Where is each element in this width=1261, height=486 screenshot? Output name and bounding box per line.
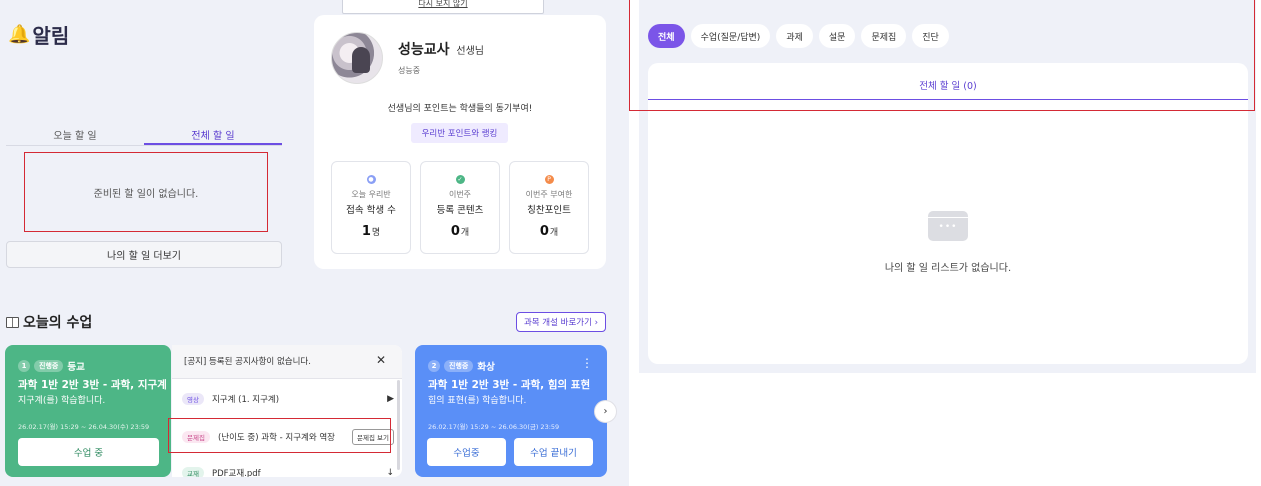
class-description: 힘의 표현(를) 학습합니다. — [428, 396, 527, 406]
stat-connected-students: ● 오늘 우리반 접속 학생 수 1명 — [331, 161, 411, 254]
scrollbar[interactable] — [397, 380, 400, 470]
class-notice-panel: [공지] 등록된 공지사항이 없습니다. ✕ 영상 지구계 (1. 지구계) ▶… — [172, 345, 402, 477]
material-tag: 영상 — [182, 393, 204, 405]
class-card-2[interactable]: 2 진행중 화상 ⋮ 과학 1반 2반 3반 - 과학, 힘의 표현 힘의 표현… — [415, 345, 607, 477]
class-course: 과학 1반 2반 3반 - 과학, 지구계 — [18, 379, 167, 391]
stat-sub: 이번주 — [448, 190, 472, 199]
class-number-badge: 1 — [18, 360, 30, 372]
tab-today-tasks[interactable]: 오늘 할 일 — [6, 124, 144, 145]
end-class-button[interactable]: 수업 끝내기 — [514, 438, 593, 466]
stat-label: 등록 콘텐츠 — [436, 205, 484, 216]
stat-label: 접속 학생 수 — [346, 205, 396, 216]
teacher-title: 선생님 — [456, 46, 485, 57]
stat-value: 0개 — [450, 224, 470, 239]
class-card-header: 2 진행중 화상 — [428, 359, 495, 373]
chevron-right-icon[interactable]: › — [594, 400, 617, 423]
class-date: 26.02.17(월) 15:29 ~ 26.06.30(금) 23:59 — [428, 423, 560, 431]
teacher-profile-card: 성능교사 선생님 성능중 선생님의 포인트는 학생들의 동기부여! 우리반 포인… — [314, 15, 606, 269]
stat-value: 0개 — [539, 224, 559, 239]
task-empty-message: 준비된 할 일이 없습니다. — [24, 152, 268, 232]
close-icon[interactable]: ✕ — [376, 353, 386, 367]
points-message: 선생님의 포인트는 학생들의 동기부여! — [387, 104, 533, 114]
download-icon[interactable]: ↓ — [386, 468, 394, 477]
class-card-header: 1 진행중 등교 — [18, 359, 85, 373]
in-class-button[interactable]: 수업 중 — [18, 438, 159, 466]
stat-registered-content: ✓ 이번주 등록 콘텐츠 0개 — [420, 161, 500, 254]
class-mode: 등교 — [67, 362, 85, 373]
class-mode: 화상 — [477, 362, 495, 373]
material-title: PDF교재.pdf — [211, 469, 261, 477]
stat-value: 1명 — [361, 224, 381, 239]
material-title: 지구계 (1. 지구계) — [211, 395, 280, 405]
list-item[interactable]: 교재 PDF교재.pdf ↓ — [182, 463, 394, 477]
book-icon — [6, 316, 19, 328]
stat-sub: 오늘 우리반 — [351, 190, 391, 199]
play-icon[interactable]: ▶︎ — [387, 394, 394, 404]
alerts-heading: 🔔 알림 — [8, 20, 69, 49]
more-tasks-button[interactable]: 나의 할 일 더보기 — [6, 241, 282, 268]
class-course: 과학 1반 2반 3반 - 과학, 힘의 표현 — [428, 379, 591, 391]
points-icon: P — [544, 175, 554, 184]
class-number-badge: 2 — [428, 360, 440, 372]
highlight-box — [629, 0, 1255, 111]
class-state-badge: 진행중 — [444, 360, 474, 372]
empty-list-message: 나의 할 일 리스트가 없습니다. — [884, 263, 1012, 274]
student-icon: ● — [366, 175, 376, 184]
stat-label: 칭찬포인트 — [527, 205, 571, 216]
highlight-box — [168, 418, 391, 453]
empty-list-icon: ••• — [928, 211, 968, 241]
class-state-badge: 진행중 — [34, 360, 64, 372]
class-description: 지구계(를) 학습합니다. — [18, 396, 106, 406]
tab-all-tasks[interactable]: 전체 할 일 — [144, 124, 282, 145]
today-class-title: 오늘의 수업 — [23, 315, 93, 331]
stat-praise-points: P 이번주 부여한 칭찬포인트 0개 — [509, 161, 589, 254]
course-create-link[interactable]: 과목 개설 바로가기 › — [516, 312, 606, 332]
alerts-title: 알림 — [32, 24, 70, 48]
in-class-button[interactable]: 수업중 — [427, 438, 506, 466]
teacher-name: 성능교사 — [398, 42, 450, 58]
list-item[interactable]: 영상 지구계 (1. 지구계) ▶︎ — [182, 389, 394, 409]
dashboard-left: 다시 보지 않기 🔔 알림 오늘 할 일 전체 할 일 준비된 할 일이 없습니… — [0, 0, 629, 486]
task-tabs: 오늘 할 일 전체 할 일 — [6, 124, 282, 146]
teacher-name-line: 성능교사 선생님 — [398, 39, 484, 59]
ranking-button[interactable]: 우리반 포인트와 랭킹 — [411, 123, 508, 143]
notice-text: [공지] 등록된 공지사항이 없습니다. — [172, 345, 402, 379]
check-icon: ✓ — [455, 175, 465, 184]
stat-sub: 이번주 부여한 — [525, 190, 573, 199]
material-tag: 교재 — [182, 467, 204, 477]
teacher-school: 성능중 — [398, 66, 421, 75]
more-vertical-icon[interactable]: ⋮ — [581, 356, 593, 370]
bell-icon: 🔔 — [8, 24, 31, 45]
avatar — [331, 32, 383, 84]
tooltip[interactable]: 다시 보지 않기 — [342, 0, 544, 14]
class-card-1[interactable]: 1 진행중 등교 과학 1반 2반 3반 - 과학, 지구계 지구계(를) 학습… — [5, 345, 171, 477]
today-class-heading: 오늘의 수업 — [6, 312, 92, 332]
class-date: 26.02.17(월) 15:29 ~ 26.04.30(수) 23:59 — [18, 423, 150, 431]
